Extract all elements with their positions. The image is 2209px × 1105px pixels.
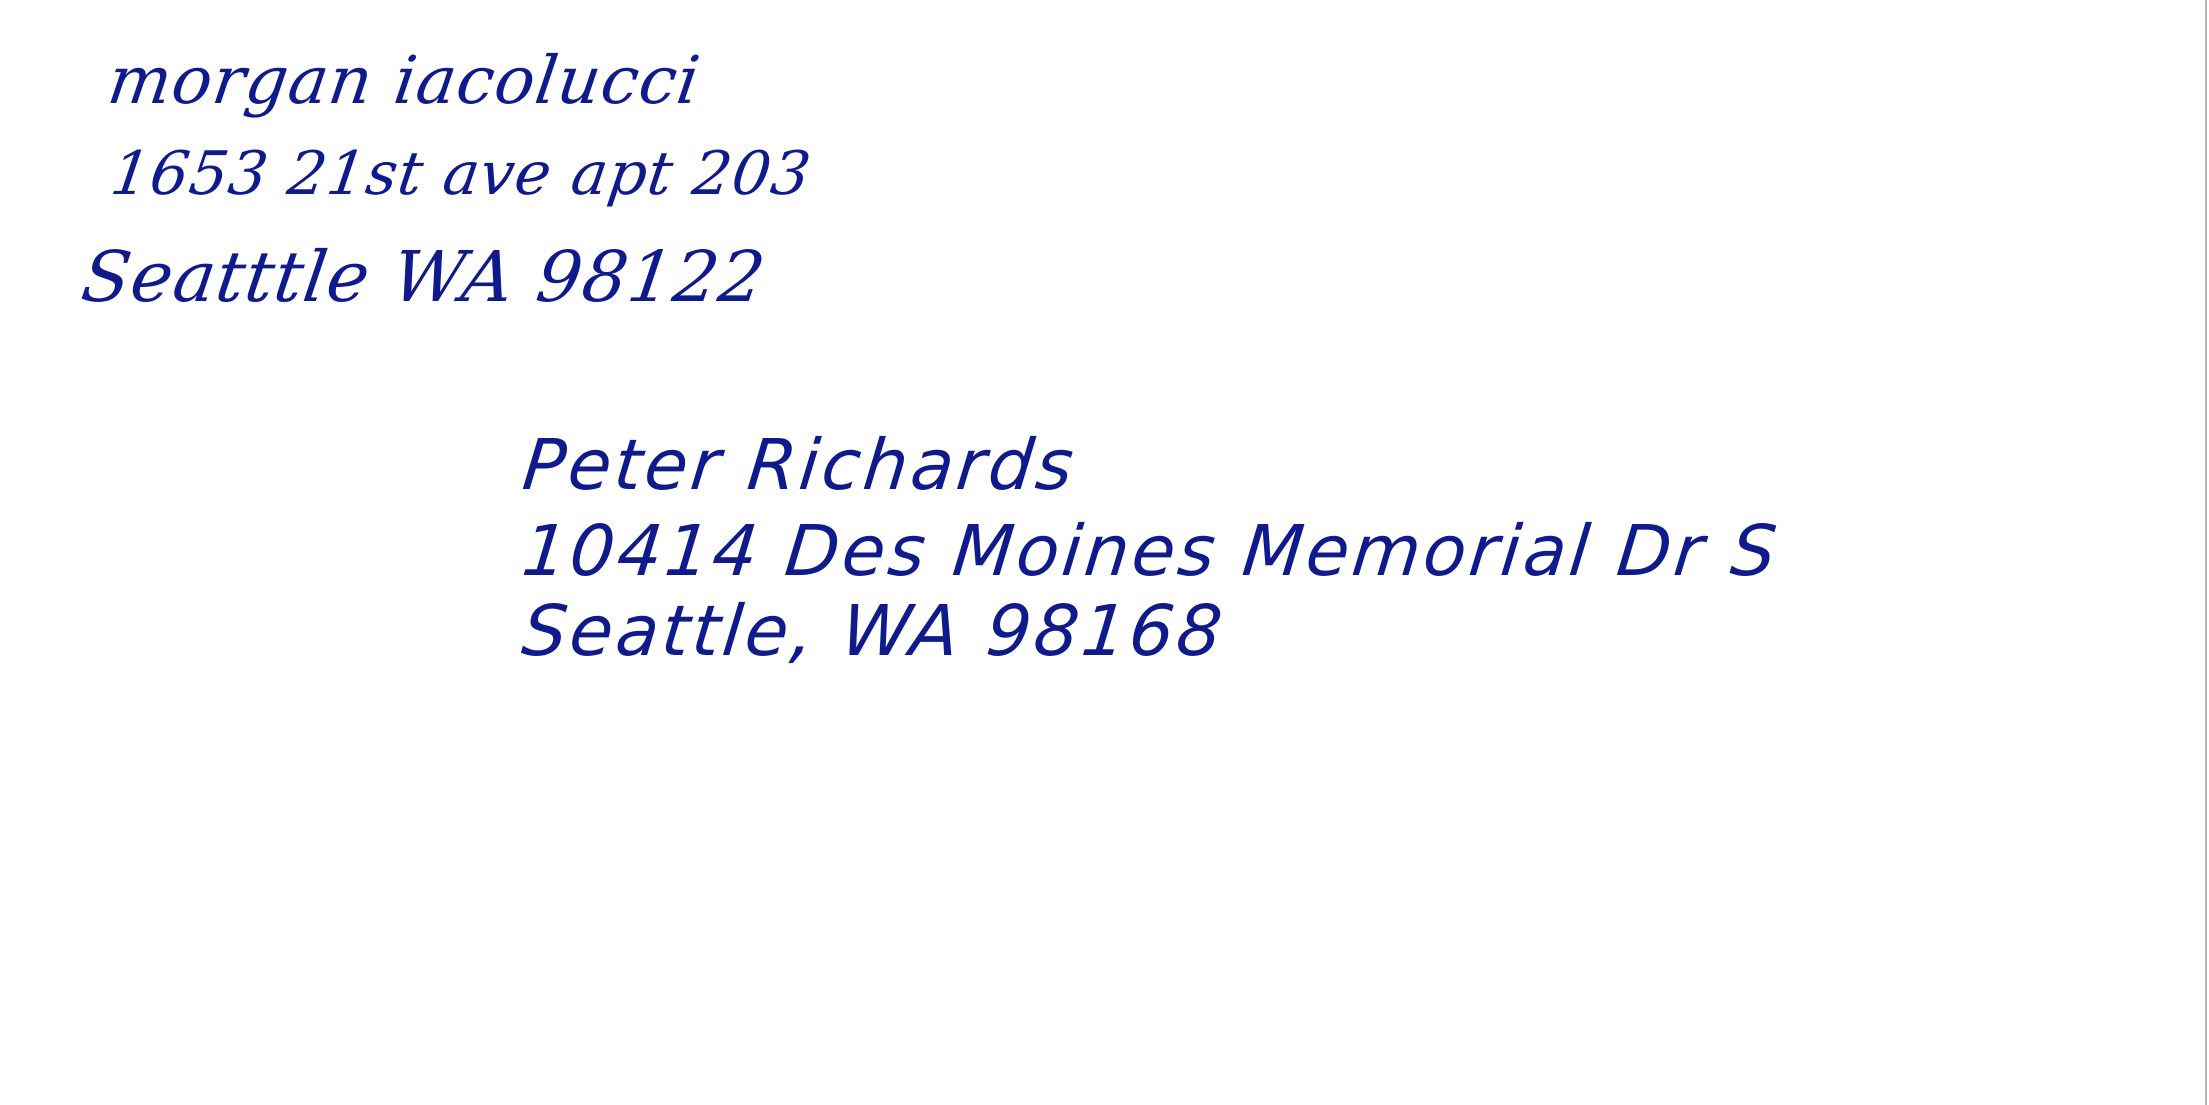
envelope: morgan iacolucci 1653 21st ave apt 203 S… bbox=[0, 0, 2209, 1105]
return-address: morgan iacolucci 1653 21st ave apt 203 S… bbox=[77, 42, 816, 338]
recipient-name: Peter Richards bbox=[519, 424, 1081, 506]
return-address-street: 1653 21st ave apt 203 bbox=[106, 139, 816, 209]
recipient-street: 10414 Des Moines Memorial Dr S bbox=[518, 510, 1784, 592]
envelope-edge bbox=[2205, 0, 2207, 1105]
recipient-address: Peter Richards 10414 Des Moines Memorial… bbox=[518, 424, 1783, 676]
return-address-name: morgan iacolucci bbox=[103, 42, 706, 119]
recipient-city-state-zip: Seattle, WA 98168 bbox=[518, 590, 1229, 672]
return-address-city-state-zip: Seatttle WA 98122 bbox=[76, 236, 771, 318]
